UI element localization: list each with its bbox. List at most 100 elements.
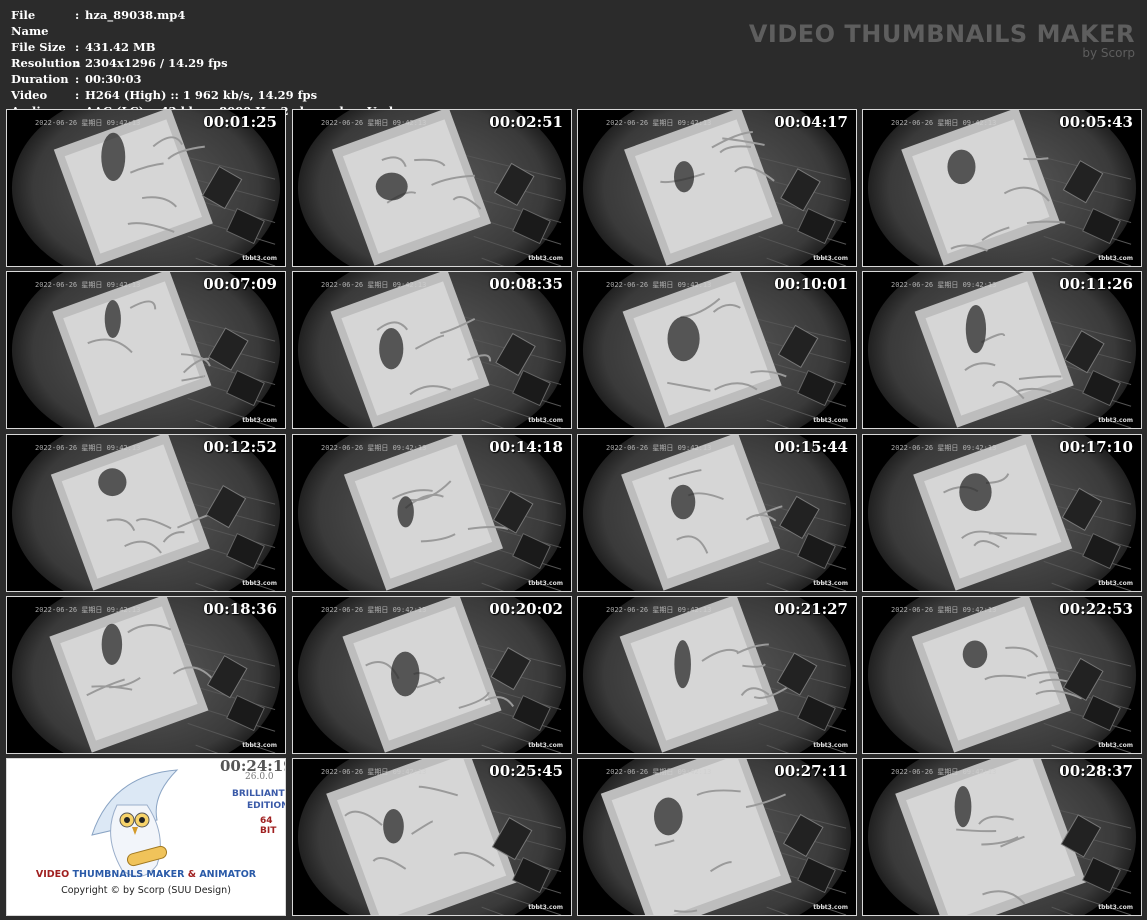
thumbnail[interactable]: 2022-06-26 星期日 09:42:13 tbbt3.com 00:12:52 — [6, 434, 286, 592]
watermark: tbbt3.com — [1098, 417, 1133, 424]
file-info-separator: : — [75, 88, 80, 102]
watermark: tbbt3.com — [813, 742, 848, 749]
logo-product-part: ANIMATOR — [199, 869, 257, 880]
thumbnail-timestamp: 00:05:43 — [1059, 113, 1133, 131]
camera-osd-text: 2022-06-26 星期日 09:42:13 — [321, 281, 427, 289]
logo-product-part: & — [184, 869, 200, 880]
video-frame — [7, 435, 285, 591]
watermark: tbbt3.com — [528, 904, 563, 911]
file-info-value: H264 (High) :: 1 962 kb/s, 14.29 fps — [85, 88, 318, 102]
thumbnail-timestamp: 00:11:26 — [1059, 275, 1133, 293]
video-frame — [863, 759, 1141, 915]
video-frame — [293, 110, 571, 266]
video-frame — [578, 435, 856, 591]
thumbnail-timestamp: 00:15:44 — [774, 438, 848, 456]
logo-product-name: VIDEO THUMBNAILS MAKER & ANIMATOR — [7, 869, 285, 880]
thumbnail[interactable]: 2022-06-26 星期日 09:42:13 tbbt3.com 00:10:01 — [577, 271, 857, 429]
header: File Name: hza_89038.mp4 File Size:431.42 … — [0, 0, 1147, 118]
video-frame — [578, 110, 856, 266]
video-frame — [293, 435, 571, 591]
camera-osd-text: 2022-06-26 星期日 09:42:13 — [606, 444, 712, 452]
thumbnail[interactable]: 2022-06-26 星期日 09:42:13 tbbt3.com 00:08:35 — [292, 271, 572, 429]
thumbnail-timestamp: 00:10:01 — [774, 275, 848, 293]
thumbnail[interactable]: 2022-06-26 星期日 09:42:13 tbbt3.com 00:25:45 — [292, 758, 572, 916]
file-info-row: File Name: hza_89038.mp4 — [11, 7, 393, 39]
file-info-separator: : — [75, 8, 80, 22]
thumbnail-timestamp: 00:01:25 — [203, 113, 277, 131]
watermark: tbbt3.com — [242, 580, 277, 587]
file-info-key: File Name — [11, 8, 49, 38]
logo-product-part: VIDEO — [35, 869, 73, 880]
camera-osd-text: 2022-06-26 星期日 09:42:13 — [891, 281, 997, 289]
brand-subtitle: by Scorp — [1082, 46, 1135, 60]
thumbnail[interactable]: 2022-06-26 星期日 09:42:13 tbbt3.com 00:20:02 — [292, 596, 572, 754]
video-frame — [863, 110, 1141, 266]
file-info-key: Video — [11, 88, 48, 102]
watermark: tbbt3.com — [528, 255, 563, 262]
app-logo-panel: 00:24:1926.0.0BRILLIANTEDITION64 BITVIDE… — [6, 758, 286, 916]
video-frame — [578, 759, 856, 915]
file-info-row: Resolution:2304x1296 / 14.29 fps — [11, 55, 393, 71]
thumbnail[interactable]: 2022-06-26 星期日 09:42:13 tbbt3.com 00:17:10 — [862, 434, 1142, 592]
thumbnail[interactable]: 2022-06-26 星期日 09:42:13 tbbt3.com 00:21:27 — [577, 596, 857, 754]
watermark: tbbt3.com — [813, 255, 848, 262]
camera-osd-text: 2022-06-26 星期日 09:42:13 — [891, 768, 997, 776]
thumbnail[interactable]: 2022-06-26 星期日 09:42:13 tbbt3.com 00:27:11 — [577, 758, 857, 916]
logo-version: 26.0.0 — [245, 772, 274, 782]
thumbnail[interactable]: 2022-06-26 星期日 09:42:13 tbbt3.com 00:04:17 — [577, 109, 857, 267]
thumbnail-timestamp: 00:14:18 — [489, 438, 563, 456]
thumbnail[interactable]: 2022-06-26 星期日 09:42:13 tbbt3.com 00:05:43 — [862, 109, 1142, 267]
camera-osd-text: 2022-06-26 星期日 09:42:13 — [606, 281, 712, 289]
thumbnail[interactable]: 2022-06-26 星期日 09:42:13 tbbt3.com 00:07:09 — [6, 271, 286, 429]
thumbnail-timestamp: 00:28:37 — [1059, 762, 1133, 780]
thumbnail[interactable]: 2022-06-26 星期日 09:42:13 tbbt3.com 00:28:37 — [862, 758, 1142, 916]
camera-osd-text: 2022-06-26 星期日 09:42:13 — [35, 119, 141, 127]
thumbnail-timestamp: 00:20:02 — [489, 600, 563, 618]
thumbnail[interactable]: 2022-06-26 星期日 09:42:13 tbbt3.com 00:15:44 — [577, 434, 857, 592]
file-info-row: Video: H264 (High) :: 1 962 kb/s, 14.29 f… — [11, 87, 393, 103]
camera-osd-text: 2022-06-26 星期日 09:42:13 — [606, 606, 712, 614]
thumbnail-timestamp: 00:02:51 — [489, 113, 563, 131]
camera-osd-text: 2022-06-26 星期日 09:42:13 — [35, 281, 141, 289]
camera-osd-text: 2022-06-26 星期日 09:42:13 — [321, 606, 427, 614]
thumbnail[interactable]: 2022-06-26 星期日 09:42:13 tbbt3.com 00:14:18 — [292, 434, 572, 592]
thumbnail-timestamp: 00:25:45 — [489, 762, 563, 780]
logo-copyright: Copyright © by Scorp (SUU Design) — [61, 885, 231, 896]
watermark: tbbt3.com — [813, 417, 848, 424]
file-info-value: hza_89038.mp4 — [85, 8, 186, 22]
thumbnail[interactable]: 2022-06-26 星期日 09:42:13 tbbt3.com 00:22:53 — [862, 596, 1142, 754]
logo-product-part: THUMBNAILS MAKER — [72, 869, 185, 880]
brand-title: VIDEO THUMBNAILS MAKER — [748, 20, 1135, 48]
watermark: tbbt3.com — [242, 255, 277, 262]
video-frame — [293, 272, 571, 428]
watermark: tbbt3.com — [1098, 904, 1133, 911]
thumbnail-timestamp: 00:08:35 — [489, 275, 563, 293]
file-info-row: File Size:431.42 MB — [11, 39, 393, 55]
thumbnail[interactable]: 2022-06-26 星期日 09:42:13 tbbt3.com 00:11:26 — [862, 271, 1142, 429]
camera-osd-text: 2022-06-26 星期日 09:42:13 — [891, 444, 997, 452]
video-frame — [578, 597, 856, 753]
thumbnail-grid: 2022-06-26 星期日 09:42:13 tbbt3.com 00:01:25… — [6, 109, 1142, 917]
file-info-panel: File Name: hza_89038.mp4 File Size:431.42 … — [11, 7, 393, 119]
file-info-separator: : — [75, 40, 80, 54]
thumbnail-timestamp: 00:21:27 — [774, 600, 848, 618]
file-info-separator: : — [75, 56, 80, 70]
watermark: tbbt3.com — [813, 904, 848, 911]
file-info-value: 2304x1296 / 14.29 fps — [85, 56, 228, 70]
thumbnail[interactable]: 2022-06-26 星期日 09:42:13 tbbt3.com 00:01:25 — [6, 109, 286, 267]
watermark: tbbt3.com — [242, 417, 277, 424]
camera-osd-text: 2022-06-26 星期日 09:42:13 — [321, 119, 427, 127]
file-info-value: 00:30:03 — [85, 72, 142, 86]
video-frame — [7, 110, 285, 266]
camera-osd-text: 2022-06-26 星期日 09:42:13 — [606, 768, 712, 776]
brand: VIDEO THUMBNAILS MAKER by Scorp — [749, 20, 1135, 60]
video-frame — [293, 759, 571, 915]
thumbnail-timestamp: 00:18:36 — [203, 600, 277, 618]
video-frame — [293, 597, 571, 753]
watermark: tbbt3.com — [1098, 255, 1133, 262]
camera-osd-text: 2022-06-26 星期日 09:42:13 — [606, 119, 712, 127]
watermark: tbbt3.com — [528, 417, 563, 424]
thumbnail[interactable]: 2022-06-26 星期日 09:42:13 tbbt3.com 00:18:36 — [6, 596, 286, 754]
thumbnail[interactable]: 2022-06-26 星期日 09:42:13 tbbt3.com 00:02:51 — [292, 109, 572, 267]
watermark: tbbt3.com — [1098, 742, 1133, 749]
